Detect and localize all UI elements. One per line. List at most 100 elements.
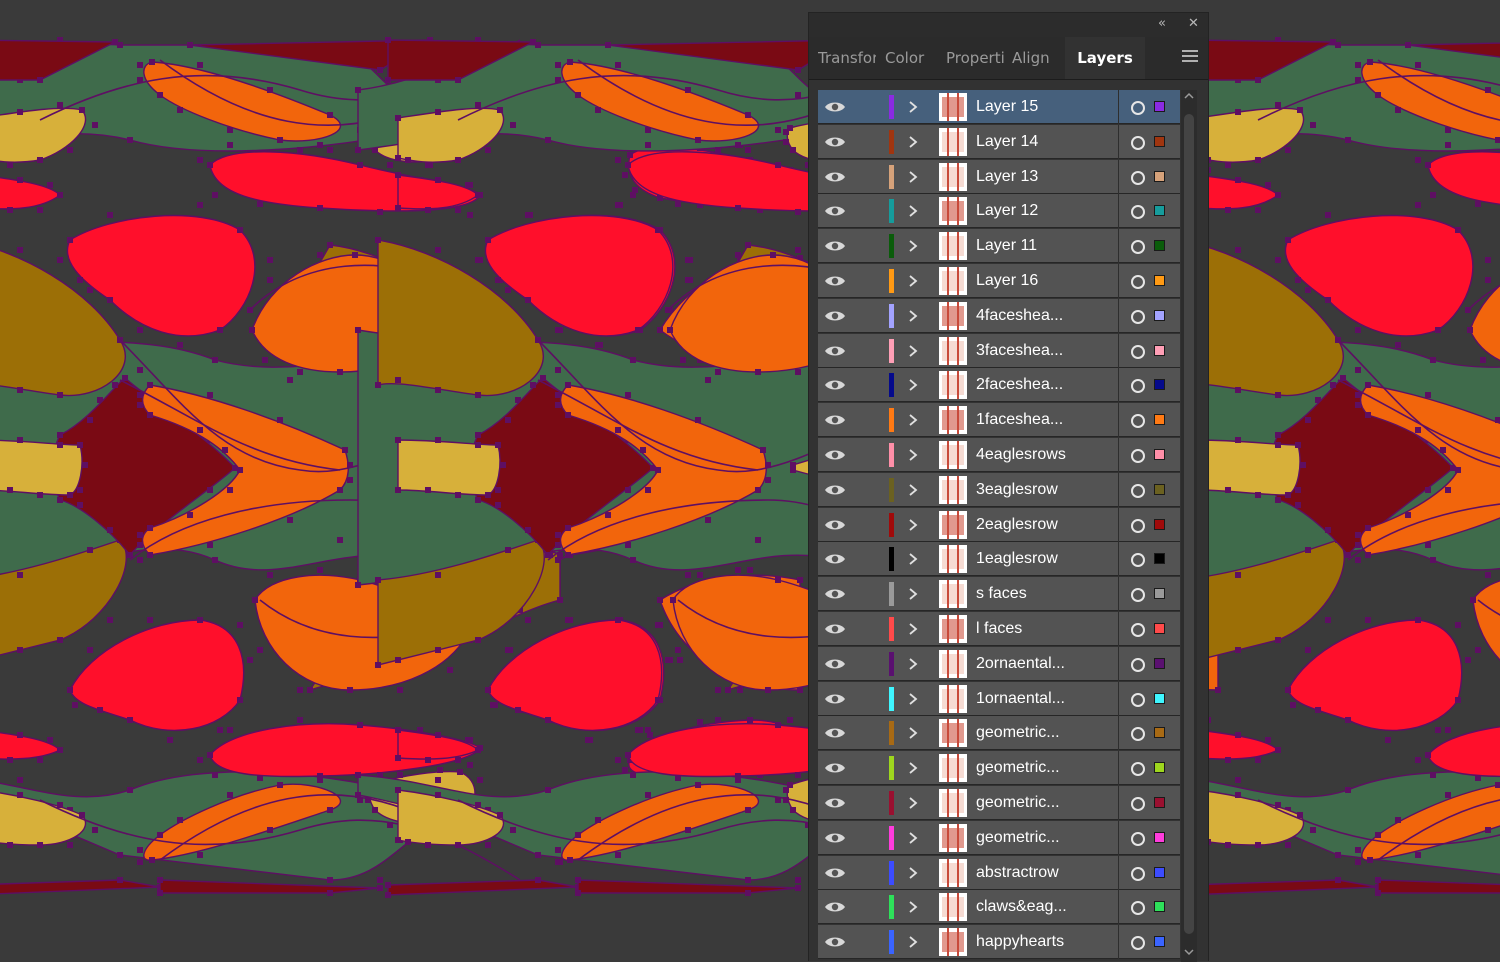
target-circle-icon[interactable] <box>1131 901 1145 915</box>
target-circle-icon[interactable] <box>1131 345 1145 359</box>
anchor-point[interactable] <box>395 437 401 443</box>
anchor-point[interactable] <box>1275 392 1281 398</box>
anchor-point[interactable] <box>565 552 571 558</box>
target-circle-icon[interactable] <box>1131 623 1145 637</box>
eye-icon[interactable] <box>824 795 846 811</box>
lock-toggle[interactable] <box>854 438 890 472</box>
anchor-point[interactable] <box>755 537 761 543</box>
anchor-point[interactable] <box>475 747 481 753</box>
target-circle-icon[interactable] <box>1131 240 1145 254</box>
layer-row[interactable]: Layer 16 <box>818 264 1180 298</box>
chevron-right-icon[interactable] <box>906 308 920 324</box>
scroll-up-icon[interactable] <box>1183 90 1195 102</box>
anchor-point[interactable] <box>530 39 536 45</box>
anchor-point[interactable] <box>1275 497 1281 503</box>
anchor-point[interactable] <box>435 792 441 798</box>
anchor-point[interactable] <box>57 802 63 808</box>
anchor-point[interactable] <box>790 807 796 813</box>
anchor-point[interactable] <box>17 572 23 578</box>
anchor-point[interactable] <box>425 207 431 213</box>
anchor-point[interactable] <box>1425 752 1431 758</box>
chevron-right-icon[interactable] <box>906 238 920 254</box>
anchor-point[interactable] <box>555 859 561 865</box>
anchor-point[interactable] <box>17 777 23 783</box>
anchor-point[interactable] <box>395 377 401 383</box>
anchor-point[interactable] <box>622 172 628 178</box>
anchor-point[interactable] <box>1405 512 1411 518</box>
anchor-point[interactable] <box>555 367 561 373</box>
anchor-point[interactable] <box>1430 192 1436 198</box>
anchor-point[interactable] <box>1355 402 1361 408</box>
anchor-point[interactable] <box>645 127 651 133</box>
anchor-point[interactable] <box>1255 757 1261 763</box>
anchor-point[interactable] <box>227 487 233 493</box>
anchor-point[interactable] <box>540 375 546 381</box>
anchor-point[interactable] <box>790 467 796 473</box>
anchor-point[interactable] <box>1430 772 1436 778</box>
anchor-point[interactable] <box>715 147 721 153</box>
anchor-point[interactable] <box>57 497 63 503</box>
chevron-right-icon[interactable] <box>906 169 920 185</box>
anchor-point[interactable] <box>545 717 551 723</box>
layer-name[interactable]: Layer 11 <box>976 229 1116 263</box>
anchor-point[interactable] <box>249 327 255 333</box>
target-circle-icon[interactable] <box>1131 310 1145 324</box>
anchor-point[interactable] <box>107 212 113 218</box>
anchor-point[interactable] <box>1275 442 1281 448</box>
anchor-point[interactable] <box>625 162 631 168</box>
anchor-point[interactable] <box>1485 277 1491 283</box>
anchor-point[interactable] <box>1355 367 1361 373</box>
anchor-point[interactable] <box>565 525 571 531</box>
mustard-wedge[interactable] <box>398 440 500 495</box>
tab-layers[interactable]: Layers <box>1065 37 1145 79</box>
selection-indicator[interactable] <box>1154 379 1165 390</box>
anchor-point[interactable] <box>455 207 461 213</box>
anchor-point[interactable] <box>1355 847 1361 853</box>
anchor-point[interactable] <box>385 77 391 83</box>
layer-row[interactable]: abstractrow <box>818 856 1180 890</box>
anchor-point[interactable] <box>545 137 551 143</box>
anchor-point[interactable] <box>525 617 531 623</box>
anchor-point[interactable] <box>475 257 481 263</box>
lock-toggle[interactable] <box>854 542 890 576</box>
anchor-point[interactable] <box>567 59 573 65</box>
anchor-point[interactable] <box>1255 77 1261 83</box>
anchor-point[interactable] <box>1295 277 1301 283</box>
anchor-point[interactable] <box>7 757 13 763</box>
layer-row[interactable]: s faces <box>818 577 1180 611</box>
anchor-point[interactable] <box>395 657 401 663</box>
anchor-point[interactable] <box>505 647 511 653</box>
anchor-point[interactable] <box>127 552 133 558</box>
anchor-point[interactable] <box>795 67 801 73</box>
chevron-right-icon[interactable] <box>906 99 920 115</box>
chevron-right-icon[interactable] <box>906 203 920 219</box>
layer-name[interactable]: 1ornaental... <box>976 682 1116 716</box>
anchor-point[interactable] <box>207 542 213 548</box>
anchor-point[interactable] <box>1235 109 1241 115</box>
target-circle-icon[interactable] <box>1131 414 1145 428</box>
layer-row[interactable]: 2ornaental... <box>818 647 1180 681</box>
anchor-point[interactable] <box>615 427 621 433</box>
anchor-point[interactable] <box>137 859 143 865</box>
anchor-point[interactable] <box>352 252 358 258</box>
layer-row[interactable]: geometric... <box>818 786 1180 820</box>
anchor-point[interactable] <box>1375 832 1381 838</box>
anchor-point[interactable] <box>477 777 483 783</box>
anchor-point[interactable] <box>7 487 13 493</box>
anchor-point[interactable] <box>657 597 663 603</box>
anchor-point[interactable] <box>212 772 218 778</box>
anchor-point[interactable] <box>7 207 13 213</box>
anchor-point[interactable] <box>737 687 743 693</box>
anchor-point[interactable] <box>197 202 203 208</box>
anchor-point[interactable] <box>237 227 243 233</box>
anchor-point[interactable] <box>435 387 441 393</box>
anchor-point[interactable] <box>72 702 78 708</box>
anchor-point[interactable] <box>490 702 496 708</box>
anchor-point[interactable] <box>1330 39 1336 45</box>
anchor-point[interactable] <box>630 357 636 363</box>
layer-name[interactable]: Layer 15 <box>976 90 1116 124</box>
layer-name[interactable]: 2faceshea... <box>976 368 1116 402</box>
anchor-point[interactable] <box>355 147 361 153</box>
anchor-point[interactable] <box>485 237 491 243</box>
anchor-point[interactable] <box>1330 382 1336 388</box>
